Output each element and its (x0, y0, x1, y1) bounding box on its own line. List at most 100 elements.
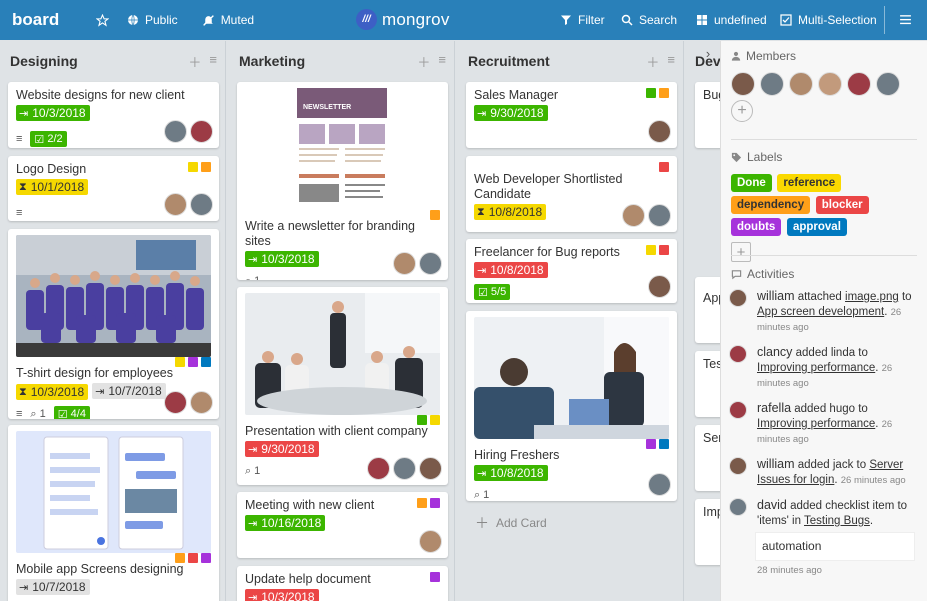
meeting-photo-cover (245, 293, 440, 415)
avatar[interactable] (190, 120, 213, 143)
avatar[interactable] (419, 530, 442, 553)
activity-item: william added jack to Server Issues for … (729, 457, 919, 488)
activity-object[interactable]: image.png (845, 291, 899, 303)
avatar[interactable] (367, 457, 390, 480)
avatar[interactable] (648, 120, 671, 143)
avatar[interactable] (729, 289, 747, 307)
avatar[interactable] (419, 457, 442, 480)
avatar[interactable] (729, 345, 747, 363)
labels-list: Done reference dependency blocker doubts… (731, 174, 921, 240)
card-presentation[interactable]: Presentation with client company ⇥ 9/30/2… (237, 287, 448, 485)
list-header: Designing ＋ ≡ (0, 41, 225, 81)
avatar[interactable] (164, 391, 187, 414)
activity-target[interactable]: App screen development (757, 306, 884, 318)
card-newsletter[interactable]: NEWSLETTER Write a newsletter for brandi… (237, 82, 448, 280)
interview-photo-cover (474, 317, 669, 439)
sidebar-collapse-button[interactable]: › (697, 42, 719, 64)
label-minicard (430, 210, 440, 220)
avatar[interactable] (190, 193, 213, 216)
board-title[interactable]: board (12, 10, 74, 30)
description-icon: ≡ (16, 408, 23, 419)
avatar[interactable] (622, 204, 645, 227)
card-web-developer[interactable]: Web Developer Shortlisted Candidate ⧗ 10/… (466, 156, 677, 232)
due-date-badge: ⇥ 10/7/2018 (16, 579, 90, 595)
member-avatar[interactable] (731, 72, 755, 96)
attachment-count: 1 (254, 465, 261, 477)
label-reference[interactable]: reference (777, 174, 842, 192)
multi-selection-button[interactable]: Multi-Selection (780, 13, 877, 27)
activity-time: 28 minutes ago (757, 565, 822, 576)
search-button[interactable]: Search (621, 13, 677, 27)
received-date-badge: ⇥ 10/3/2018 (16, 105, 90, 121)
card-website-designs[interactable]: Website designs for new client ⇥ 10/3/201… (8, 82, 219, 148)
avatar[interactable] (648, 473, 671, 496)
star-button[interactable] (96, 13, 115, 27)
list-title[interactable]: Designing (10, 53, 188, 69)
plus-icon: + (736, 243, 746, 261)
label-done[interactable]: Done (731, 174, 772, 192)
card-hiring-freshers[interactable]: Hiring Freshers ⇥ 10/8/2018 ⌕ 1 (466, 311, 677, 501)
card-tshirt-design[interactable]: T-shirt design for employees ⧗ 10/3/2018 ⇥… (8, 229, 219, 419)
watch-button[interactable]: Muted (202, 13, 254, 27)
avatar[interactable] (164, 120, 187, 143)
avatar[interactable] (729, 401, 747, 419)
activity-user[interactable]: david (757, 498, 787, 512)
label-minicard (659, 245, 669, 255)
list-menu-icon[interactable]: ≡ (438, 52, 446, 71)
visibility-button[interactable]: Public (127, 13, 178, 27)
member-avatar[interactable] (789, 72, 813, 96)
received-date-badge: ⇥ 10/3/2018 (245, 251, 319, 267)
card-meeting-new-client[interactable]: Meeting with new client ⇥ 10/16/2018 (237, 492, 448, 558)
received-date-badge: ⇥ 9/30/2018 (474, 105, 548, 121)
label-blocker[interactable]: blocker (815, 196, 869, 214)
avatar[interactable] (648, 204, 671, 227)
activity-target[interactable]: Testing Bugs (804, 515, 870, 527)
add-card-plus-icon[interactable]: ＋ (646, 52, 659, 71)
start-date-badge: ⧗ 10/3/2018 (16, 384, 89, 400)
avatar[interactable] (190, 391, 213, 414)
member-avatar[interactable] (876, 72, 900, 96)
avatar[interactable] (729, 498, 747, 516)
activity-target[interactable]: Improving performance (757, 362, 875, 374)
hamburger-menu-button[interactable] (899, 13, 912, 29)
list-menu-icon[interactable]: ≡ (209, 52, 217, 71)
label-doubts[interactable]: doubts (731, 218, 782, 236)
activity-user[interactable]: william (757, 457, 795, 471)
card-sales-manager[interactable]: Sales Manager ⇥ 9/30/2018 (466, 82, 677, 148)
card-logo-design[interactable]: Logo Design ⧗ 10/1/2018 ≡ (8, 156, 219, 221)
activity-action: added hugo to (794, 403, 868, 415)
activity-user[interactable]: william (757, 289, 795, 303)
member-avatar[interactable] (760, 72, 784, 96)
add-member-button[interactable]: + (731, 100, 753, 122)
avatar[interactable] (419, 252, 442, 275)
label-approval[interactable]: approval (786, 218, 847, 236)
label-dependency[interactable]: dependency (731, 196, 811, 214)
label-minicard (417, 415, 427, 425)
activity-user[interactable]: clancy (757, 345, 792, 359)
filter-button[interactable]: Filter (560, 13, 605, 27)
avatar[interactable] (164, 193, 187, 216)
label-minicard (659, 88, 669, 98)
add-card-plus-icon[interactable]: ＋ (188, 52, 201, 71)
add-label-button[interactable]: + (731, 242, 751, 262)
view-switcher-button[interactable]: undefined (696, 13, 767, 27)
member-avatar[interactable] (818, 72, 842, 96)
list-title[interactable]: Marketing (239, 53, 417, 69)
member-avatar[interactable] (847, 72, 871, 96)
avatar[interactable] (648, 275, 671, 298)
activity-user[interactable]: rafella (757, 401, 791, 415)
add-card-plus-icon[interactable]: ＋ (417, 52, 430, 71)
list-title[interactable]: Recruitment (468, 53, 646, 69)
avatar[interactable] (729, 457, 747, 475)
card-update-help-document[interactable]: Update help document ⇥ 10/3/2018 (237, 566, 448, 601)
avatar[interactable] (393, 252, 416, 275)
activity-item: clancy added linda to Improving performa… (729, 345, 919, 391)
list-menu-icon[interactable]: ≡ (667, 52, 675, 71)
add-card-button[interactable]: ＋ Add Card (475, 513, 547, 533)
logo-mark-icon: /// (356, 9, 377, 30)
card-freelancer-bug-reports[interactable]: Freelancer for Bug reports ⇥ 10/8/2018 ☑ … (466, 239, 677, 303)
activity-target[interactable]: Improving performance (757, 418, 875, 430)
card-mobile-app-screens[interactable]: Mobile app Screens designing ⇥ 10/7/2018 (8, 425, 219, 601)
sign-in-icon: ⇥ (477, 107, 487, 120)
avatar[interactable] (393, 457, 416, 480)
